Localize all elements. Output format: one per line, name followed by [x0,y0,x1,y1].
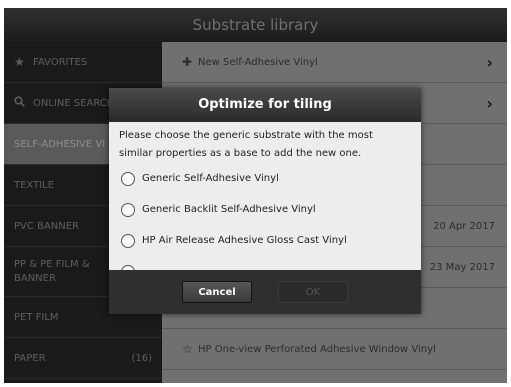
radio-button[interactable] [121,233,135,248]
substrate-option-label: Generic Self-Adhesive Vinyl [142,173,279,184]
substrate-option[interactable]: Generic Self-Adhesive Vinyl [109,163,421,194]
radio-button[interactable] [121,202,135,217]
substrate-option[interactable]: Generic Backlit Self-Adhesive Vinyl [109,194,421,225]
ok-button[interactable]: OK [278,281,348,303]
optimize-for-tiling-dialog: Optimize for tiling Please choose the ge… [109,88,421,314]
dialog-body: Please choose the generic substrate with… [109,122,421,270]
substrate-option-label: HP Air Release Adhesive Gloss Cast Vinyl [142,235,347,246]
dialog-title: Optimize for tiling [109,88,421,122]
substrate-option-label: Generic Backlit Self-Adhesive Vinyl [142,204,316,215]
dialog-message: Please choose the generic substrate with… [119,130,373,159]
radio-button[interactable] [121,171,135,186]
cancel-button[interactable]: Cancel [182,281,252,303]
dialog-footer: Cancel OK [109,270,421,314]
substrate-option[interactable]: HP Air Release Adhesive Gloss Cast Vinyl [109,225,421,256]
app-frame: Substrate library ★ FAVORITES ONLINE SEA… [4,8,507,383]
substrate-option[interactable] [109,256,421,270]
